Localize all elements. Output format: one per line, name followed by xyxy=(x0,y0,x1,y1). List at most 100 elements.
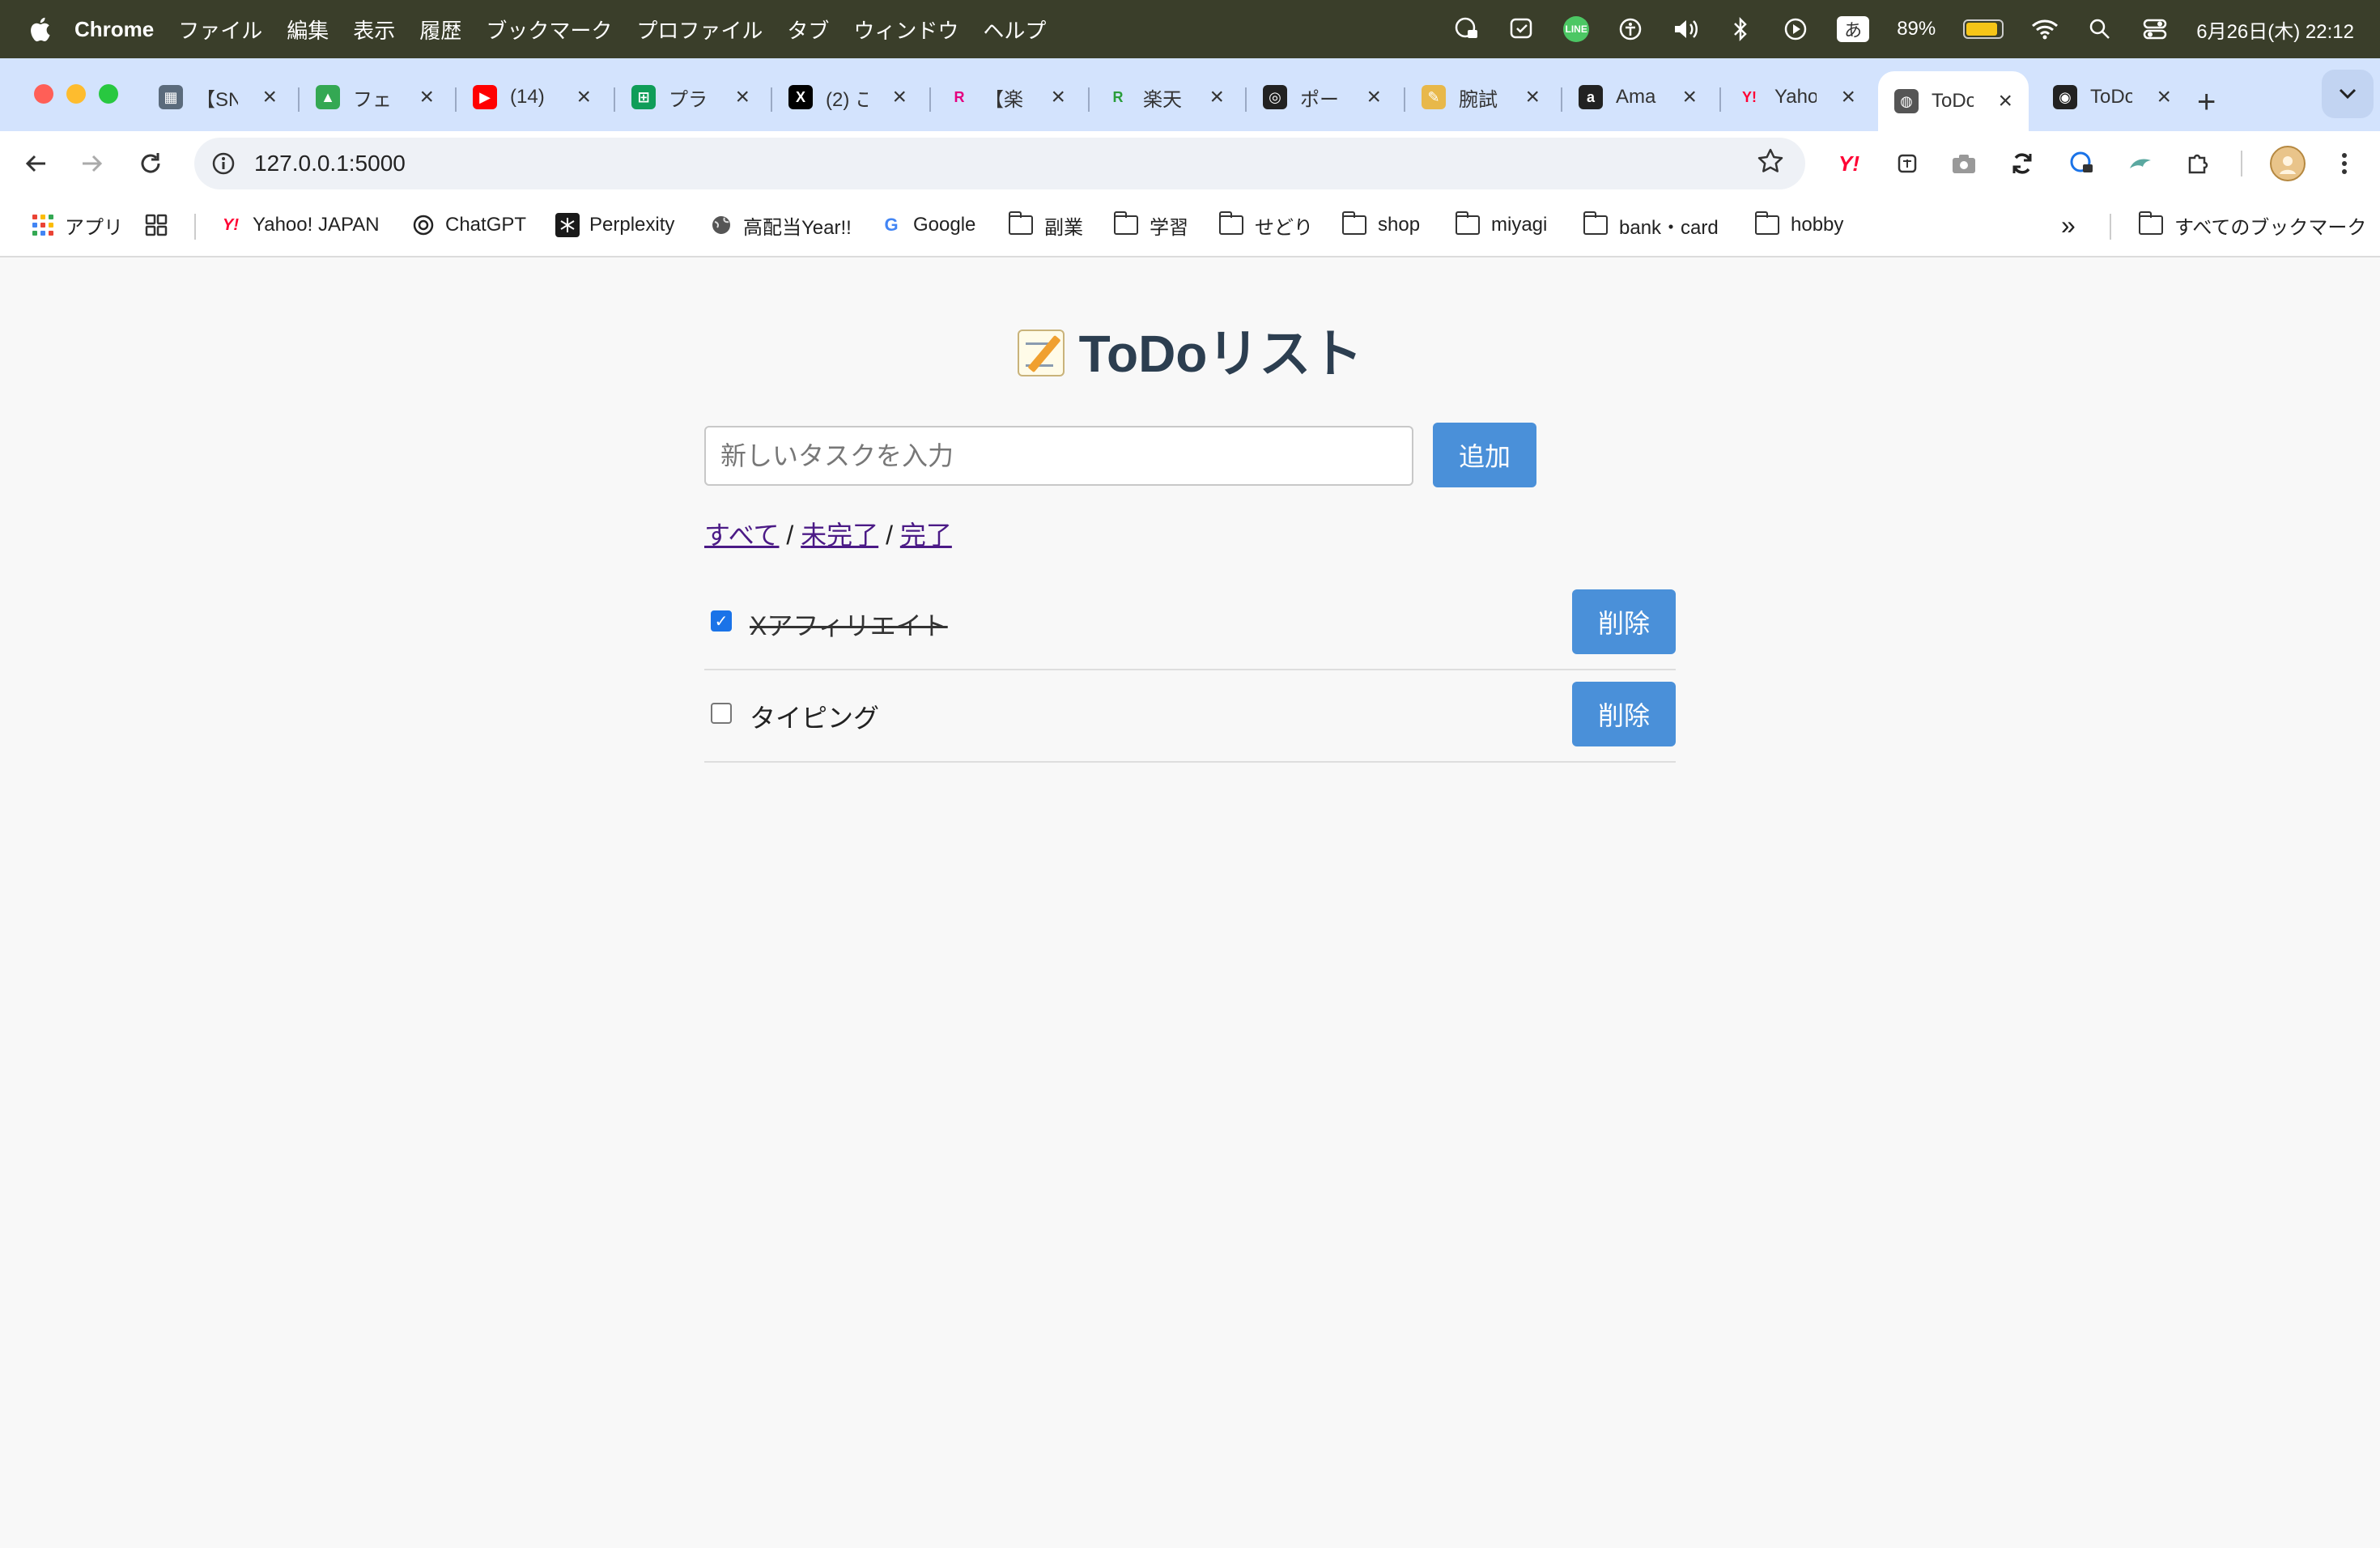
delete-task-button[interactable]: 削除 xyxy=(1572,682,1676,746)
browser-tab[interactable]: ⊞ プラ × xyxy=(615,71,766,123)
close-tab-icon[interactable]: × xyxy=(1051,83,1065,111)
bluetooth-icon[interactable] xyxy=(1727,15,1754,43)
bookmark-folder-study[interactable]: 学習 xyxy=(1113,211,1188,240)
bookmark-high-dividend[interactable]: 高配当Year!! xyxy=(709,211,852,240)
delete-task-button[interactable]: 削除 xyxy=(1572,589,1676,654)
accessibility-icon[interactable] xyxy=(1617,15,1644,43)
back-icon[interactable] xyxy=(18,146,53,181)
browser-tab[interactable]: Y! Yaho × xyxy=(1721,71,1872,123)
filter-incomplete-link[interactable]: 未完了 xyxy=(801,521,878,550)
translate-extension-icon[interactable] xyxy=(1891,147,1923,180)
close-tab-icon[interactable]: × xyxy=(419,83,434,111)
close-tab-icon[interactable]: × xyxy=(892,83,907,111)
bookmark-folder-side-job[interactable]: 副業 xyxy=(1008,211,1083,240)
yahoo-icon: Y! xyxy=(1742,88,1757,105)
menu-tab[interactable]: タブ xyxy=(787,15,829,45)
browser-tab[interactable]: R 楽天 × xyxy=(1090,71,1240,123)
tab-search-icon[interactable] xyxy=(2322,70,2374,118)
address-bar[interactable]: 127.0.0.1:5000 xyxy=(194,138,1805,189)
bookmark-yahoo[interactable]: Y! Yahoo! JAPAN xyxy=(219,211,380,240)
browser-tab[interactable]: a Ama × xyxy=(1562,71,1713,123)
menu-window[interactable]: ウィンドウ xyxy=(853,15,958,45)
close-tab-icon[interactable]: × xyxy=(1998,87,2012,115)
now-playing-icon[interactable] xyxy=(1782,15,1809,43)
screenshot-tool-icon[interactable] xyxy=(1508,15,1536,43)
profile-avatar-icon[interactable] xyxy=(2270,146,2306,181)
apple-icon[interactable] xyxy=(26,15,53,43)
bookmark-star-icon[interactable] xyxy=(1757,147,1784,182)
filter-all-link[interactable]: すべて xyxy=(704,521,779,550)
filter-complete-link[interactable]: 完了 xyxy=(900,521,952,550)
browser-tab[interactable]: ▲ フェ × xyxy=(300,71,450,123)
bookmark-folder-sedori[interactable]: せどり xyxy=(1218,211,1313,240)
menu-app-name[interactable]: Chrome xyxy=(74,17,154,42)
menu-history[interactable]: 履歴 xyxy=(419,15,461,45)
browser-tab[interactable]: ◎ ポー × xyxy=(1247,71,1397,123)
add-task-button[interactable]: 追加 xyxy=(1433,423,1536,487)
close-tab-icon[interactable]: × xyxy=(576,83,591,111)
bookmark-perplexity[interactable]: Perplexity xyxy=(555,211,674,240)
tab-groups-button[interactable] xyxy=(144,211,168,240)
browser-tab[interactable]: R 【楽 × xyxy=(931,71,1082,123)
url-text[interactable]: 127.0.0.1:5000 xyxy=(254,151,406,176)
close-tab-icon[interactable]: × xyxy=(262,83,277,111)
battery-icon[interactable] xyxy=(1963,19,2004,39)
menu-view[interactable]: 表示 xyxy=(353,15,395,45)
spotlight-search-icon[interactable] xyxy=(2086,15,2114,43)
bookmark-chatgpt[interactable]: ChatGPT xyxy=(411,211,526,240)
reload-icon[interactable] xyxy=(133,146,168,181)
new-task-input[interactable] xyxy=(704,426,1413,486)
volume-icon[interactable] xyxy=(1672,15,1699,43)
line-app-icon[interactable]: LINE xyxy=(1563,16,1590,42)
window-close-icon[interactable] xyxy=(34,84,53,104)
browser-tab[interactable]: ◍ ToDo × xyxy=(1878,71,2029,131)
todo-checkbox[interactable]: ✓ xyxy=(711,610,732,632)
menubar-clock[interactable]: 6月26日(木) 22:12 xyxy=(2196,15,2354,44)
sync-extension-icon[interactable] xyxy=(2006,147,2038,180)
all-bookmarks-folder[interactable]: すべてのブックマーク xyxy=(2138,211,2366,240)
camera-extension-icon[interactable] xyxy=(1948,147,1980,180)
bookmark-folder-shop[interactable]: shop xyxy=(1341,211,1420,240)
menu-profiles[interactable]: プロファイル xyxy=(636,15,763,45)
extensions-puzzle-icon[interactable] xyxy=(2182,147,2215,180)
input-method-icon[interactable]: あ xyxy=(1837,16,1870,42)
bookmark-apps[interactable]: アプリ xyxy=(32,211,123,240)
todo-checkbox[interactable] xyxy=(711,703,732,724)
password-lock-icon[interactable] xyxy=(1453,15,1481,43)
site-info-icon[interactable] xyxy=(207,147,240,180)
bookmark-google[interactable]: G Google xyxy=(879,211,975,240)
window-zoom-icon[interactable] xyxy=(99,84,118,104)
menu-bookmarks[interactable]: ブックマーク xyxy=(486,15,612,45)
new-tab-icon[interactable]: + xyxy=(2197,84,2216,121)
bookmarks-overflow-button[interactable]: » xyxy=(2061,211,2076,240)
forward-icon[interactable] xyxy=(74,146,110,181)
menu-edit[interactable]: 編集 xyxy=(287,15,329,45)
browser-tab[interactable]: ✎ 腕試 × xyxy=(1405,71,1556,123)
browser-tab[interactable]: ▦ 【SN × xyxy=(142,71,293,123)
close-tab-icon[interactable]: × xyxy=(735,83,750,111)
bookmark-folder-hobby[interactable]: hobby xyxy=(1754,211,1843,240)
globe-icon: ◍ xyxy=(1894,89,1919,113)
control-center-icon[interactable] xyxy=(2141,15,2169,43)
password-manager-extension-icon[interactable] xyxy=(2066,147,2098,180)
window-minimize-icon[interactable] xyxy=(66,84,86,104)
dolphin-extension-icon[interactable] xyxy=(2124,147,2157,180)
menu-file[interactable]: ファイル xyxy=(178,15,262,45)
close-tab-icon[interactable]: × xyxy=(2157,83,2171,111)
close-tab-icon[interactable]: × xyxy=(1525,83,1540,111)
browser-tab[interactable]: X (2) こ × xyxy=(772,71,923,123)
bookmark-folder-bank-card[interactable]: bank・card xyxy=(1583,211,1719,240)
folder-icon xyxy=(1218,211,1243,235)
yahoo-extension-icon[interactable]: Y! xyxy=(1833,147,1865,180)
close-tab-icon[interactable]: × xyxy=(1682,83,1697,111)
close-tab-icon[interactable]: × xyxy=(1209,83,1224,111)
browser-tab[interactable]: ◉ ToDo × xyxy=(2037,71,2187,123)
bookmark-folder-miyagi[interactable]: miyagi xyxy=(1455,211,1547,240)
browser-tab[interactable]: ▶ (14) × xyxy=(457,71,607,123)
chrome-menu-icon[interactable] xyxy=(2328,147,2361,180)
wifi-icon[interactable] xyxy=(2031,15,2059,43)
menu-help[interactable]: ヘルプ xyxy=(983,15,1046,45)
close-tab-icon[interactable]: × xyxy=(1366,83,1381,111)
tab-title: Yaho xyxy=(1774,86,1817,108)
close-tab-icon[interactable]: × xyxy=(1841,83,1855,111)
